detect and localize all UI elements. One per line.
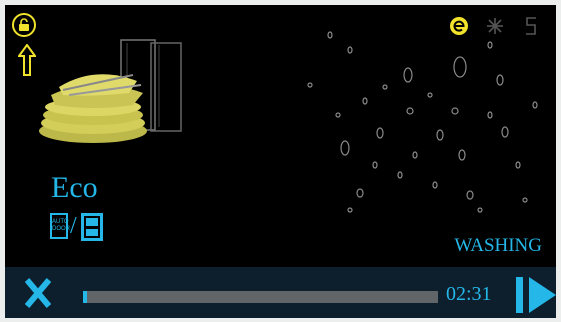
time-remaining: 02:31 (446, 283, 492, 305)
auto-door-label-line1: AUTO (52, 219, 69, 225)
child-lock-icon[interactable] (12, 13, 36, 37)
play-icon[interactable] (516, 277, 556, 313)
close-icon (25, 277, 51, 308)
mode-icon[interactable] (80, 213, 103, 241)
cycle-status: WASHING (454, 235, 542, 256)
control-bar: 02:31 (5, 267, 556, 318)
water-drops-illustration (307, 31, 538, 213)
slash-icon: / (70, 213, 77, 239)
program-options: AUTO DOOR / (50, 213, 103, 241)
dishes-illustration (39, 39, 182, 143)
dishwasher-screen: Eco AUTO DOOR / WASHING 02:31 (5, 5, 556, 318)
auto-door-icon[interactable]: AUTO DOOR (50, 213, 70, 239)
program-name: Eco (51, 171, 98, 204)
progress-fill (83, 291, 87, 303)
auto-door-label-line2: DOOR (52, 226, 70, 232)
progress-bar (83, 291, 438, 303)
cancel-button[interactable] (21, 267, 55, 318)
